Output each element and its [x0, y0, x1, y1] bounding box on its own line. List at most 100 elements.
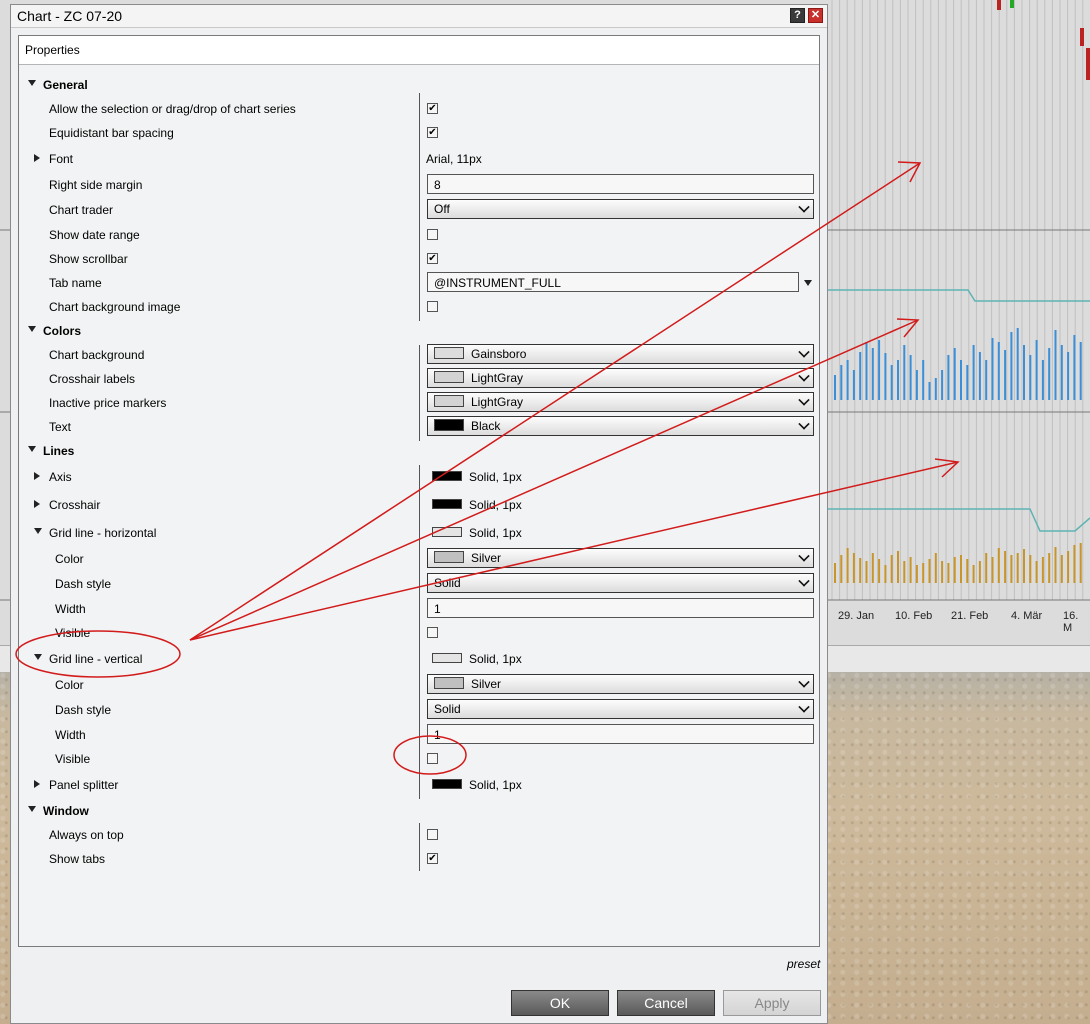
- chart-properties-dialog: Chart - ZC 07-20 ? ✕ Properties General …: [10, 4, 828, 1024]
- expand-arrow-icon[interactable]: [34, 780, 40, 788]
- collapse-arrow-icon[interactable]: [34, 654, 42, 660]
- collapse-arrow-icon[interactable]: [28, 446, 36, 452]
- collapse-arrow-icon[interactable]: [28, 326, 36, 332]
- select-value: LightGray: [471, 395, 524, 409]
- expand-arrow-icon[interactable]: [34, 154, 40, 162]
- property-label: Dash style: [55, 703, 112, 717]
- property-grid-v-width: Width 1: [19, 723, 819, 747]
- grid-v-visible-checkbox[interactable]: [427, 753, 438, 764]
- property-grid-v-visible: Visible: [19, 747, 819, 771]
- category-lines[interactable]: Lines: [19, 439, 819, 463]
- ok-button[interactable]: OK: [511, 990, 609, 1016]
- grid-v-width-input[interactable]: 1: [427, 724, 814, 744]
- grid-h-dash-select[interactable]: Solid: [427, 573, 814, 593]
- volume-bar: [1054, 330, 1057, 400]
- indicator-bar: [1016, 553, 1019, 583]
- property-label: Always on top: [49, 828, 124, 842]
- volume-bar: [903, 345, 906, 400]
- crosshair-labels-select[interactable]: LightGray: [427, 368, 814, 388]
- property-label: Grid line - vertical: [49, 652, 143, 666]
- property-show-tabs: Show tabs ✔: [19, 847, 819, 871]
- category-label: Colors: [43, 324, 82, 338]
- line-value: Solid, 1px: [469, 498, 522, 512]
- indicator-bar: [985, 553, 988, 583]
- indicator-bar: [947, 563, 950, 583]
- show-tabs-checkbox[interactable]: ✔: [427, 853, 438, 864]
- title-bar[interactable]: Chart - ZC 07-20 ? ✕: [11, 5, 827, 28]
- indicator-bar: [840, 555, 843, 583]
- show-scrollbar-checkbox[interactable]: ✔: [427, 253, 438, 264]
- tab-name-dropdown-icon[interactable]: [804, 280, 812, 286]
- indicator-bar: [884, 565, 887, 583]
- indicator-bar: [1035, 561, 1038, 583]
- volume-bar: [1004, 350, 1007, 400]
- line-sample: [432, 653, 462, 663]
- indicator-bar: [966, 559, 969, 583]
- preset-link[interactable]: preset: [787, 957, 820, 971]
- property-chart-background-image: Chart background image: [19, 295, 819, 319]
- line-value: Solid, 1px: [469, 652, 522, 666]
- chevron-down-icon: [798, 575, 810, 587]
- chart-date-label: 10. Feb: [895, 610, 933, 622]
- grid-v-dash-select[interactable]: Solid: [427, 699, 814, 719]
- property-grid-v-color: Color Silver: [19, 673, 819, 697]
- expand-arrow-icon[interactable]: [34, 472, 40, 480]
- category-window[interactable]: Window: [19, 799, 819, 823]
- help-button[interactable]: ?: [790, 8, 805, 23]
- tab-name-input[interactable]: @INSTRUMENT_FULL: [427, 272, 799, 292]
- indicator-bar: [890, 555, 893, 583]
- properties-panel: Properties General Allow the selection o…: [18, 35, 820, 947]
- cancel-button[interactable]: Cancel: [617, 990, 715, 1016]
- volume-bar: [884, 353, 887, 400]
- indicator-bar: [909, 557, 912, 583]
- chart-trader-select[interactable]: Off: [427, 199, 814, 219]
- inactive-price-markers-select[interactable]: LightGray: [427, 392, 814, 412]
- grid-h-color-select[interactable]: Silver: [427, 548, 814, 568]
- close-button[interactable]: ✕: [808, 8, 823, 23]
- collapse-arrow-icon[interactable]: [28, 806, 36, 812]
- indicator-bar: [859, 558, 862, 583]
- property-label: Inactive price markers: [49, 396, 167, 410]
- collapse-arrow-icon[interactable]: [34, 528, 42, 534]
- property-grid-line-horizontal[interactable]: Grid line - horizontal Solid, 1px: [19, 521, 819, 545]
- chart-background-image-checkbox[interactable]: [427, 301, 438, 312]
- chevron-down-icon: [798, 676, 810, 688]
- indicator-bar: [1054, 547, 1057, 583]
- property-label: Crosshair labels: [49, 372, 136, 386]
- chart-date-label: 21. Feb: [951, 610, 989, 622]
- property-grid-h-visible: Visible: [19, 621, 819, 645]
- always-on-top-checkbox[interactable]: [427, 829, 438, 840]
- volume-bar: [1016, 328, 1019, 400]
- line-sample: [432, 527, 462, 537]
- volume-bar: [897, 360, 899, 400]
- indicator-bar: [960, 555, 962, 583]
- property-label: Chart background: [49, 348, 145, 362]
- text-color-select[interactable]: Black: [427, 416, 814, 436]
- category-colors[interactable]: Colors: [19, 319, 819, 343]
- property-font[interactable]: Font Arial, 11px: [19, 147, 819, 171]
- grid-h-width-input[interactable]: 1: [427, 598, 814, 618]
- grid-v-color-select[interactable]: Silver: [427, 674, 814, 694]
- show-date-range-checkbox[interactable]: [427, 229, 438, 240]
- property-crosshair[interactable]: Crosshair Solid, 1px: [19, 493, 819, 517]
- equidistant-checkbox[interactable]: ✔: [427, 127, 438, 138]
- indicator-bar: [997, 548, 1000, 583]
- candle: [1010, 0, 1014, 8]
- chart-background-select[interactable]: Gainsboro: [427, 344, 814, 364]
- volume-bar: [1067, 352, 1070, 400]
- property-axis[interactable]: Axis Solid, 1px: [19, 465, 819, 489]
- right-margin-input[interactable]: 8: [427, 174, 814, 194]
- apply-button[interactable]: Apply: [723, 990, 821, 1016]
- property-grid-line-vertical[interactable]: Grid line - vertical Solid, 1px: [19, 647, 819, 671]
- grid-h-visible-checkbox[interactable]: [427, 627, 438, 638]
- property-panel-splitter[interactable]: Panel splitter Solid, 1px: [19, 773, 819, 797]
- category-general[interactable]: General: [19, 73, 819, 97]
- volume-bar: [878, 340, 881, 400]
- volume-bar: [915, 370, 918, 400]
- indicator-bar: [878, 559, 881, 583]
- allow-selection-checkbox[interactable]: ✔: [427, 103, 438, 114]
- collapse-arrow-icon[interactable]: [28, 80, 36, 86]
- property-label: Panel splitter: [49, 778, 119, 792]
- expand-arrow-icon[interactable]: [34, 500, 40, 508]
- property-label: Width: [55, 728, 86, 742]
